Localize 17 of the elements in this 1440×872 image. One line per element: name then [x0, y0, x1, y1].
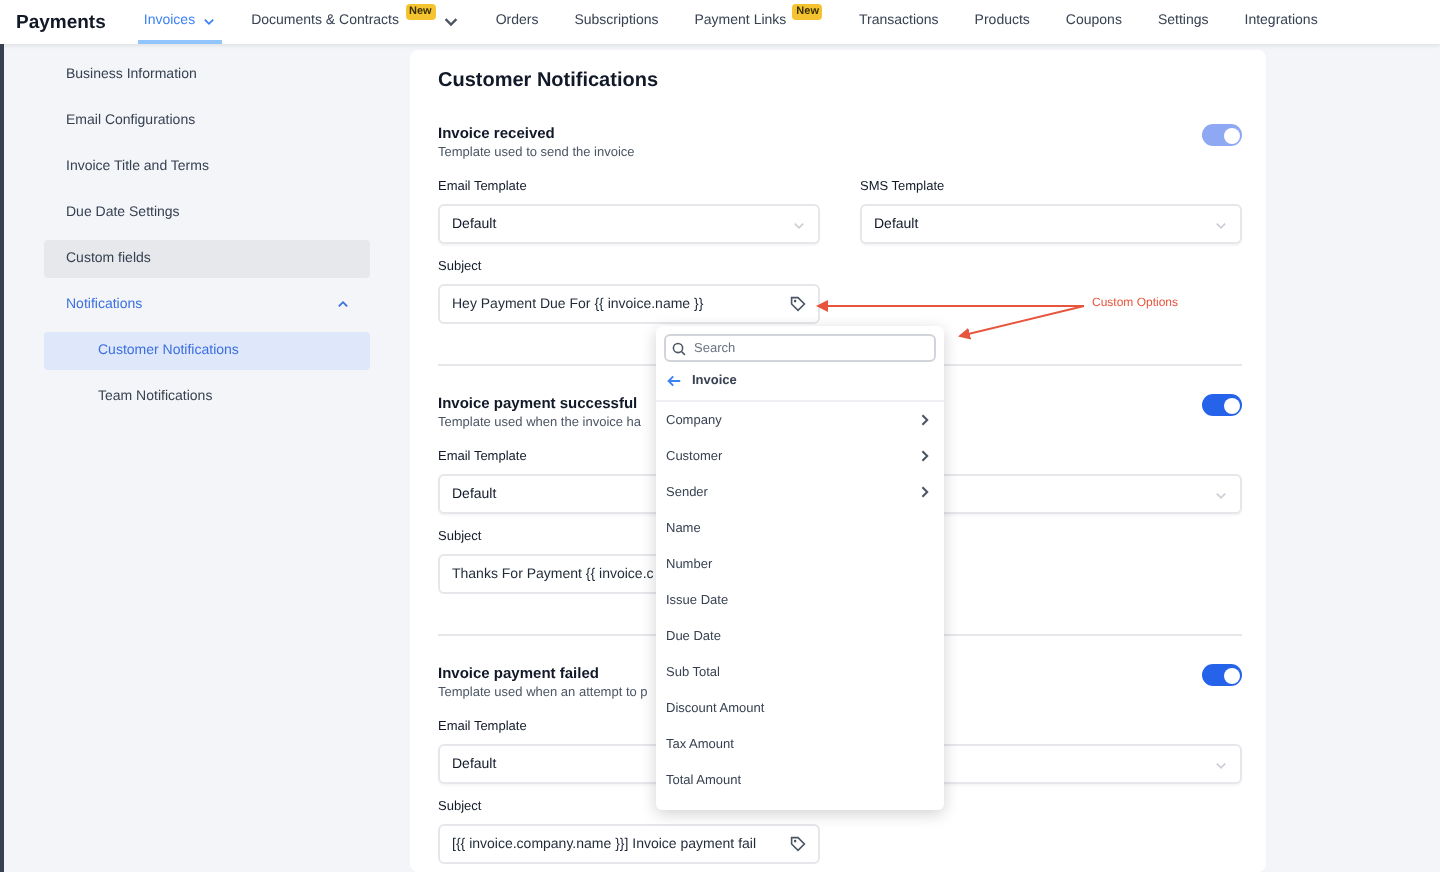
toggle-switch[interactable]: [1202, 664, 1242, 686]
chevron-down-icon: [792, 217, 806, 231]
arrow-left-icon: [666, 374, 682, 388]
chevron-right-icon: [916, 484, 932, 500]
chevron-down-icon: [201, 13, 216, 27]
chevron-down-icon: [1214, 217, 1228, 231]
chevron-right-icon: [916, 412, 932, 428]
chevron-right-icon: [916, 448, 932, 464]
chevron-down-icon: [1214, 757, 1228, 771]
chevron-up-icon: [336, 298, 350, 312]
app-title: Payments: [16, 9, 106, 37]
page-title: Customer Notifications: [438, 70, 661, 92]
chevron-down-icon: [1214, 487, 1228, 501]
tag-icon[interactable]: [790, 296, 806, 312]
tag-icon[interactable]: [790, 836, 806, 852]
search-icon: [672, 341, 686, 355]
toggle-switch[interactable]: [1202, 394, 1242, 416]
